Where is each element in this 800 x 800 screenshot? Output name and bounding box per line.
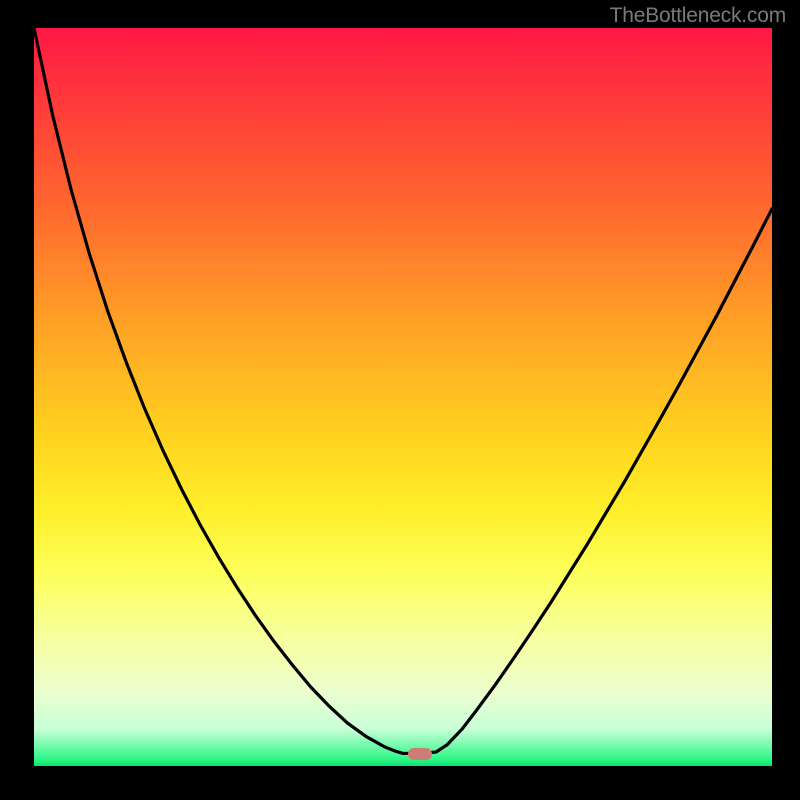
bottleneck-curve xyxy=(34,28,772,753)
plot-area xyxy=(34,28,772,766)
chart-frame: TheBottleneck.com xyxy=(0,0,800,800)
bottleneck-curve-svg xyxy=(34,28,772,766)
match-marker xyxy=(408,748,432,760)
watermark-text: TheBottleneck.com xyxy=(610,4,786,28)
